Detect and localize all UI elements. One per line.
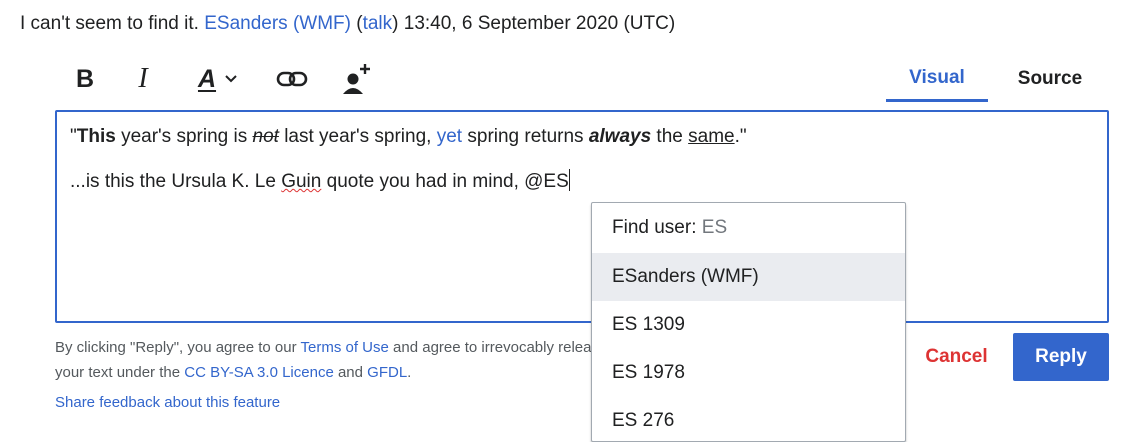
text-run: last year's spring, xyxy=(278,126,437,147)
legal-notice: By clicking "Reply", you agree to our Te… xyxy=(55,335,615,385)
text-style-label: A xyxy=(197,64,217,93)
link-button[interactable] xyxy=(270,56,314,102)
comment-text: I can't seem to find it. xyxy=(20,13,199,34)
menu-item-user[interactable]: ES 276 xyxy=(592,397,905,441)
text-run: ." xyxy=(734,126,747,147)
signature-line: I can't seem to find it. ESanders (WMF) … xyxy=(20,13,675,35)
legal-text: . xyxy=(407,364,412,381)
reply-button[interactable]: Reply xyxy=(1013,333,1109,381)
text-run: ...is this the Ursula K. Le xyxy=(70,170,282,192)
reply-editor[interactable]: "This year's spring is not last year's s… xyxy=(55,110,1109,323)
legal-text: and xyxy=(333,364,368,381)
menu-item-user[interactable]: ES 1978 xyxy=(592,349,905,397)
bold-italic-text: always xyxy=(588,126,652,147)
tab-visual[interactable]: Visual xyxy=(886,56,988,102)
editor-line-question: ...is this the Ursula K. Le Guin quote y… xyxy=(70,168,1094,194)
timestamp: 13:40, 6 September 2020 (UTC) xyxy=(403,13,676,34)
legal-text: By clicking "Reply", you agree to our xyxy=(55,339,301,356)
text-run: " xyxy=(70,126,77,147)
text-style-button[interactable]: A xyxy=(183,56,253,102)
mention-user-icon xyxy=(342,62,372,96)
editor-toolbar: B I A Visual Source xyxy=(55,56,1109,102)
menu-query: ES xyxy=(701,217,728,238)
mention-user-button[interactable] xyxy=(335,56,379,102)
bold-text: This xyxy=(76,126,116,147)
feedback-link[interactable]: Share feedback about this feature xyxy=(55,394,280,411)
menu-item-user[interactable]: ESanders (WMF) xyxy=(592,253,905,301)
text-run: year's spring is xyxy=(115,126,253,147)
menu-header-label: Find user: xyxy=(612,217,697,238)
mention-suggestion-menu: Find user: ES ESanders (WMF) ES 1309 ES … xyxy=(591,202,906,442)
gfdl-link[interactable]: GFDL xyxy=(367,364,407,381)
menu-item-user[interactable]: ES 1309 xyxy=(592,301,905,349)
link-icon xyxy=(276,69,308,89)
inline-link[interactable]: yet xyxy=(437,126,462,147)
menu-header: Find user: ES xyxy=(592,203,905,253)
text-run: quote you had in mind, @ES xyxy=(321,170,569,192)
text-run: spring returns xyxy=(462,126,589,147)
user-link[interactable]: ESanders (WMF) xyxy=(204,13,351,34)
license-link[interactable]: CC BY-SA 3.0 Licence xyxy=(184,364,334,381)
text-run: the xyxy=(651,126,689,147)
bold-button[interactable]: B xyxy=(65,56,105,102)
underlined-text: same xyxy=(688,126,735,147)
chevron-down-icon xyxy=(224,74,238,84)
strikethrough-text: not xyxy=(252,126,279,147)
misspelled-word: Guin xyxy=(281,170,322,192)
talk-link[interactable]: talk xyxy=(363,13,393,34)
tab-source[interactable]: Source xyxy=(1000,56,1100,102)
terms-of-use-link[interactable]: Terms of Use xyxy=(301,339,389,356)
cancel-button[interactable]: Cancel xyxy=(909,333,1004,381)
paren-close: ) xyxy=(392,13,399,34)
text-cursor xyxy=(568,168,570,191)
italic-button[interactable]: I xyxy=(123,56,163,102)
editor-line-quote: "This year's spring is not last year's s… xyxy=(70,126,1094,149)
